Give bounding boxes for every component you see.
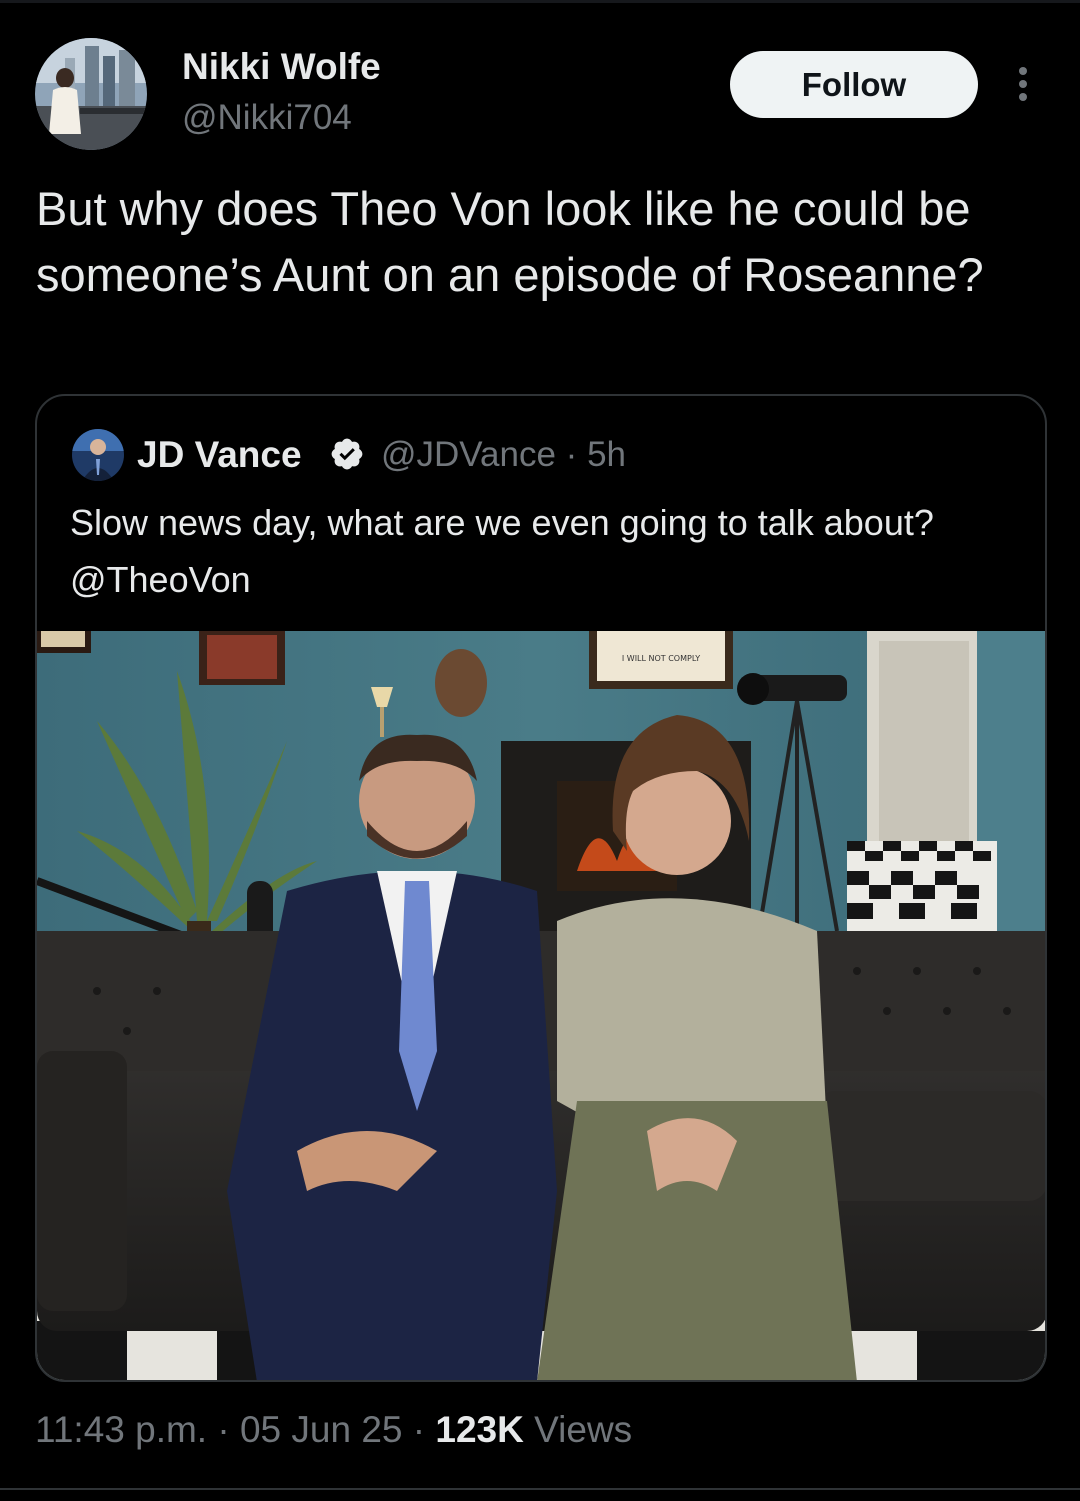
tweet-footer: 11:43 p.m. · 05 Jun 25 · 123K Views — [35, 1405, 632, 1455]
quoted-author-name[interactable]: JD Vance — [137, 432, 302, 478]
tweet-header: Nikki Wolfe @Nikki704 Follow — [0, 0, 1080, 160]
footer-separator: · — [402, 1409, 436, 1450]
author-name[interactable]: Nikki Wolfe — [182, 44, 381, 90]
verified-badge-icon — [329, 436, 365, 472]
footer-separator: · — [207, 1409, 240, 1450]
quoted-author-handle[interactable]: @JDVance — [381, 435, 556, 474]
tweet-text: But why does Theo Von look like he could… — [36, 182, 984, 301]
author-avatar[interactable] — [35, 38, 147, 150]
quoted-text: Slow news day, what are we even going to… — [70, 502, 934, 600]
photo-sign-text: I WILL NOT COMPLY — [622, 654, 700, 663]
quoted-age[interactable]: 5h — [587, 435, 626, 474]
tweet-date[interactable]: 05 Jun 25 — [240, 1409, 403, 1450]
quoted-tweet[interactable]: JD Vance @JDVance · 5h Slow news day, wh… — [35, 394, 1047, 1382]
meta-separator: · — [555, 435, 588, 474]
bottom-divider — [0, 1488, 1080, 1490]
follow-button[interactable]: Follow — [730, 51, 978, 118]
views-count[interactable]: 123K — [435, 1409, 523, 1450]
views-label: Views — [523, 1409, 633, 1450]
quoted-author-avatar[interactable] — [72, 429, 124, 481]
quoted-photo[interactable]: I WILL NOT COMPLY — [37, 631, 1045, 1380]
tweet-time[interactable]: 11:43 p.m. — [35, 1409, 207, 1450]
author-handle[interactable]: @Nikki704 — [182, 96, 352, 140]
quoted-meta: @JDVance · 5h — [381, 432, 626, 478]
more-vertical-icon[interactable] — [1006, 62, 1040, 106]
